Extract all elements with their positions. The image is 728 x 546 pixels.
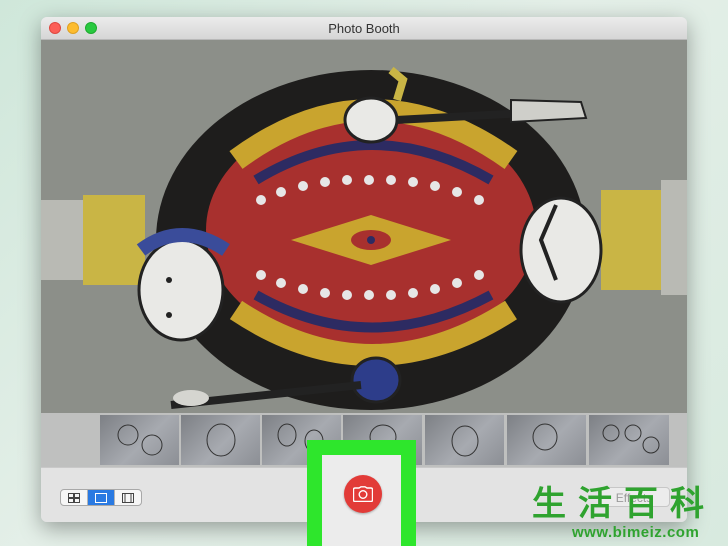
camera-icon [353,486,373,502]
camera-viewfinder [41,40,687,413]
four-photo-button[interactable] [61,490,88,505]
shutter-area [322,455,401,546]
site-watermark: 生 活 百 科 www.bimeiz.com [526,486,726,544]
take-photo-button[interactable] [344,475,382,513]
title-bar[interactable]: Photo Booth [41,17,687,40]
shutter-highlight [307,440,416,546]
watermark-char: 百 [624,484,658,524]
video-icon [122,492,134,503]
single-photo-icon [95,492,107,503]
photo-thumbnail-2[interactable] [181,415,260,465]
photo-thumbnail-7[interactable] [589,415,669,465]
watermark-char: 生 [532,484,566,524]
photo-thumbnail-6[interactable] [507,415,586,465]
window-title: Photo Booth [328,21,400,36]
photo-thumbnail-1[interactable] [100,415,179,465]
playing-card-image [41,40,687,413]
watermark-url: www.bimeiz.com [572,524,700,541]
watermark-char: 活 [578,484,612,524]
view-mode-selector [60,489,142,506]
photo-thumbnail-5[interactable] [425,415,504,465]
watermark-chars: 生 活 百 科 [526,486,710,522]
watermark-char: 科 [670,484,704,524]
four-photo-icon [68,492,80,503]
single-photo-button[interactable] [88,490,115,505]
video-button[interactable] [115,490,141,505]
